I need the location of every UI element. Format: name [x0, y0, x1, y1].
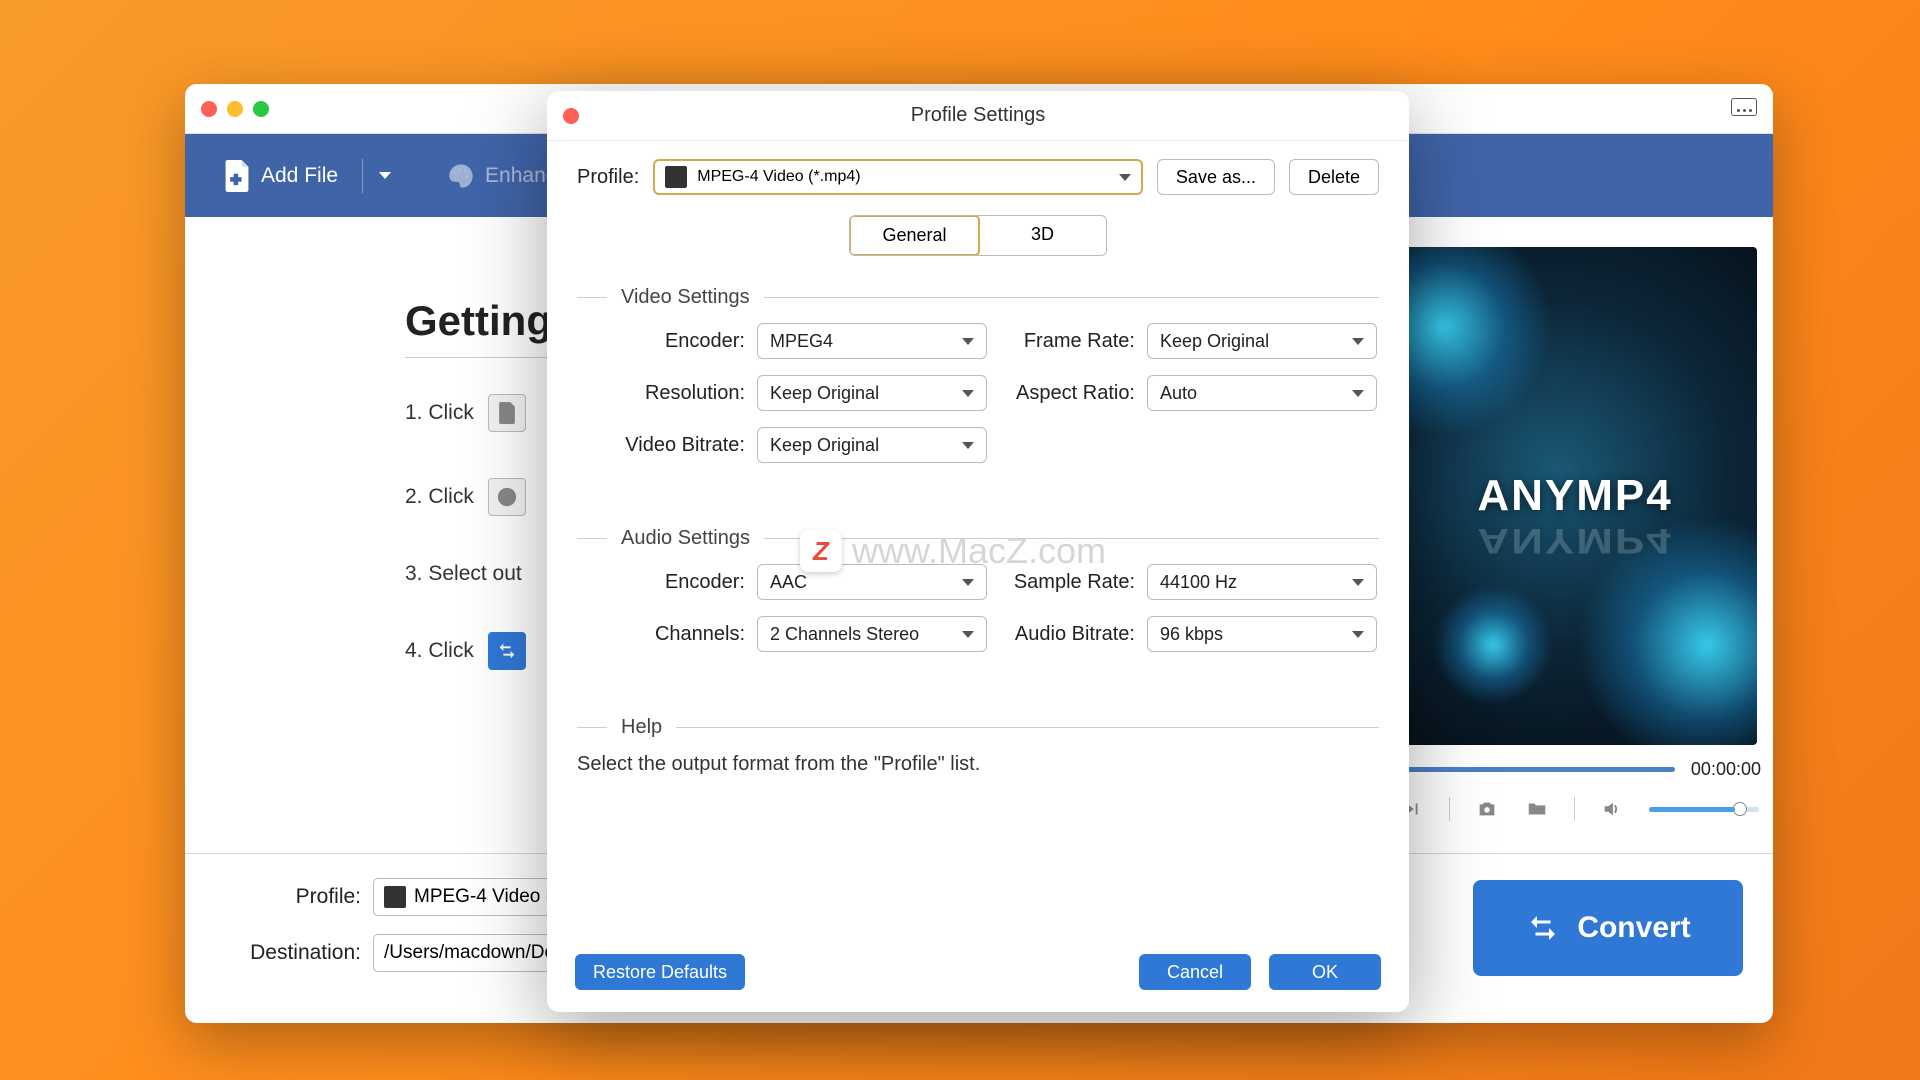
save-as-button[interactable]: Save as...: [1157, 159, 1275, 195]
add-file-button[interactable]: Add File: [209, 150, 352, 202]
toolbar-divider: [362, 159, 363, 193]
add-file-label: Add File: [261, 164, 338, 188]
delete-button[interactable]: Delete: [1289, 159, 1379, 195]
modal-close-icon[interactable]: [563, 108, 579, 124]
seek-bar[interactable]: [1393, 767, 1675, 772]
chevron-down-icon: [1352, 579, 1364, 586]
chevron-down-icon: [1119, 174, 1131, 181]
video-settings-header: Video Settings: [577, 286, 1379, 309]
tab-general[interactable]: General: [849, 215, 980, 256]
tab-3d[interactable]: 3D: [979, 216, 1106, 255]
video-preview: ANYMP4: [1393, 247, 1757, 745]
add-file-dropdown[interactable]: [373, 168, 397, 183]
window-controls: [201, 101, 269, 117]
chevron-down-icon: [962, 631, 974, 638]
aspect-ratio-select[interactable]: Auto: [1147, 375, 1377, 411]
close-icon[interactable]: [201, 101, 217, 117]
modal-footer: Restore Defaults Cancel OK: [547, 938, 1409, 1012]
cancel-button[interactable]: Cancel: [1139, 954, 1251, 990]
video-settings-grid: Encoder: MPEG4 Frame Rate: Keep Original…: [577, 323, 1379, 463]
profile-dropdown[interactable]: MPEG-4 Video (*.mp4): [653, 159, 1143, 195]
video-encoder-select[interactable]: MPEG4: [757, 323, 987, 359]
modal-title: Profile Settings: [911, 104, 1046, 127]
resolution-select[interactable]: Keep Original: [757, 375, 987, 411]
chevron-down-icon: [1352, 631, 1364, 638]
audio-encoder-select[interactable]: AAC: [757, 564, 987, 600]
media-controls: [1393, 780, 1765, 838]
sample-rate-select[interactable]: 44100 Hz: [1147, 564, 1377, 600]
zoom-icon[interactable]: [253, 101, 269, 117]
snapshot-button[interactable]: [1474, 796, 1500, 822]
restore-defaults-button[interactable]: Restore Defaults: [575, 954, 745, 990]
add-file-step-icon: [488, 394, 526, 432]
chevron-down-icon: [962, 579, 974, 586]
ok-button[interactable]: OK: [1269, 954, 1381, 990]
channels-select[interactable]: 2 Channels Stereo: [757, 616, 987, 652]
audio-settings-grid: Encoder: AAC Sample Rate: 44100 Hz Chann…: [577, 564, 1379, 652]
chevron-down-icon: [962, 442, 974, 449]
preview-panel: ANYMP4 00:00:00: [1393, 217, 1773, 853]
format-icon: [384, 886, 406, 908]
mute-button[interactable]: [1599, 796, 1625, 822]
modal-titlebar: Profile Settings: [547, 91, 1409, 141]
palette-icon: [447, 162, 475, 190]
enhance-step-icon: [488, 478, 526, 516]
audio-bitrate-select[interactable]: 96 kbps: [1147, 616, 1377, 652]
chevron-down-icon: [1352, 338, 1364, 345]
preview-brand-text: ANYMP4: [1477, 471, 1672, 521]
add-file-icon: [223, 160, 251, 192]
profile-row: Profile: MPEG-4 Video (*.mp4) Save as...…: [577, 159, 1379, 195]
convert-icon: [1525, 910, 1561, 946]
format-icon: [665, 166, 687, 188]
profile-settings-modal: Profile Settings Profile: MPEG-4 Video (…: [547, 91, 1409, 1012]
time-display: 00:00:00: [1691, 759, 1761, 780]
minimize-icon[interactable]: [227, 101, 243, 117]
chevron-down-icon: [1352, 390, 1364, 397]
convert-button[interactable]: Convert: [1473, 880, 1743, 976]
overflow-menu-button[interactable]: [1731, 98, 1757, 116]
chevron-down-icon: [962, 338, 974, 345]
video-bitrate-select[interactable]: Keep Original: [757, 427, 987, 463]
help-header: Help: [577, 716, 1379, 739]
help-text: Select the output format from the "Profi…: [577, 753, 1379, 776]
volume-slider[interactable]: [1649, 807, 1759, 812]
tab-segment: General 3D: [849, 215, 1107, 256]
frame-rate-select[interactable]: Keep Original: [1147, 323, 1377, 359]
timeline: 00:00:00: [1393, 745, 1765, 780]
convert-step-icon: [488, 632, 526, 670]
audio-settings-header: Audio Settings: [577, 527, 1379, 550]
chevron-down-icon: [962, 390, 974, 397]
open-folder-button[interactable]: [1524, 796, 1550, 822]
